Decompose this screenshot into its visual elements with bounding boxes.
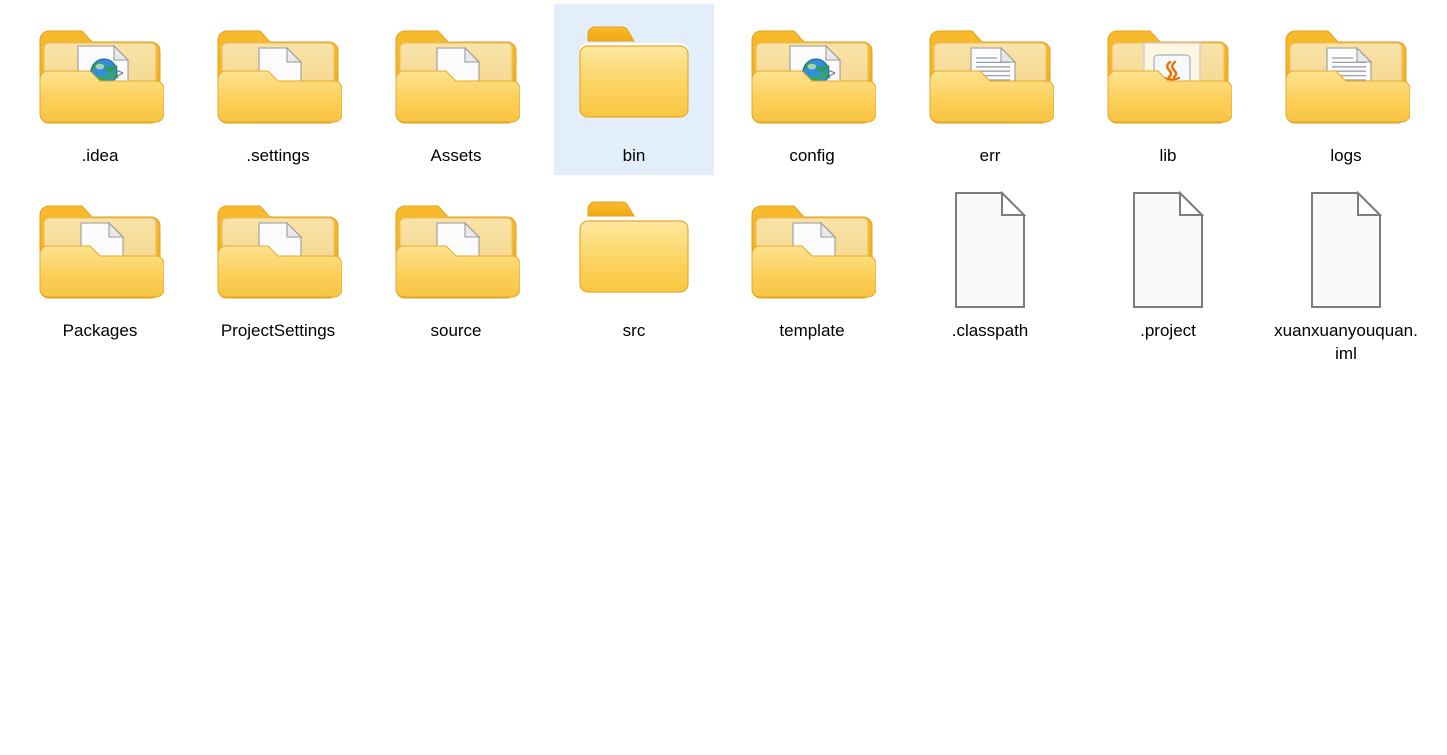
file-item[interactable]: .project xyxy=(1088,179,1248,373)
svg-text:>: > xyxy=(115,65,124,82)
folder-item[interactable]: src xyxy=(554,179,714,373)
file-label: template xyxy=(779,321,845,340)
plain-document-icon xyxy=(1104,185,1232,313)
file-label: source xyxy=(430,321,482,340)
folder-blank-document-icon xyxy=(214,185,342,313)
file-label: .project xyxy=(1140,321,1196,340)
folder-item[interactable]: ProjectSettings xyxy=(198,179,358,373)
folder-blank-document-icon xyxy=(36,185,164,313)
folder-item[interactable]: template xyxy=(732,179,892,373)
folder-text-document-icon xyxy=(926,10,1054,138)
folder-blank-document-icon xyxy=(214,10,342,138)
folder-empty-icon xyxy=(570,185,698,313)
file-item[interactable]: xuanxuanyouquan.iml xyxy=(1266,179,1426,373)
file-label: .settings xyxy=(246,146,310,165)
svg-text:>: > xyxy=(827,65,836,82)
file-label: Packages xyxy=(62,321,138,340)
folder-item[interactable]: < > config xyxy=(732,4,892,175)
file-label: config xyxy=(789,146,835,165)
folder-item[interactable]: err xyxy=(910,4,1070,175)
file-label: xuanxuanyouquan.iml xyxy=(1274,321,1418,363)
folder-html-document-icon: < > xyxy=(36,10,164,138)
file-grid[interactable]: < > .idea .settings xyxy=(0,0,1447,377)
folder-blank-document-icon xyxy=(392,185,520,313)
file-label: src xyxy=(622,321,646,340)
plain-document-icon xyxy=(926,185,1054,313)
folder-item[interactable]: Packages xyxy=(20,179,180,373)
folder-item[interactable]: .settings xyxy=(198,4,358,175)
plain-document-icon xyxy=(1282,185,1410,313)
folder-item[interactable]: source xyxy=(376,179,536,373)
folder-item[interactable]: < > .idea xyxy=(20,4,180,175)
file-label: lib xyxy=(1159,146,1177,165)
file-label: Assets xyxy=(430,146,482,165)
folder-blank-document-icon xyxy=(392,10,520,138)
folder-html-document-icon: < > xyxy=(748,10,876,138)
folder-item[interactable]: bin xyxy=(554,4,714,175)
folder-item[interactable]: Assets xyxy=(376,4,536,175)
folder-item[interactable]: lib xyxy=(1088,4,1248,175)
folder-item[interactable]: logs xyxy=(1266,4,1426,175)
file-label: logs xyxy=(1330,146,1362,165)
file-label: bin xyxy=(622,146,646,165)
file-label: err xyxy=(979,146,1001,165)
file-label: .idea xyxy=(81,146,119,165)
folder-text-document-icon xyxy=(1282,10,1410,138)
folder-java-archive-icon xyxy=(1104,10,1232,138)
file-item[interactable]: .classpath xyxy=(910,179,1070,373)
file-label: .classpath xyxy=(951,321,1029,340)
folder-blank-document-icon xyxy=(748,185,876,313)
file-label: ProjectSettings xyxy=(220,321,336,340)
folder-empty-icon xyxy=(570,10,698,138)
